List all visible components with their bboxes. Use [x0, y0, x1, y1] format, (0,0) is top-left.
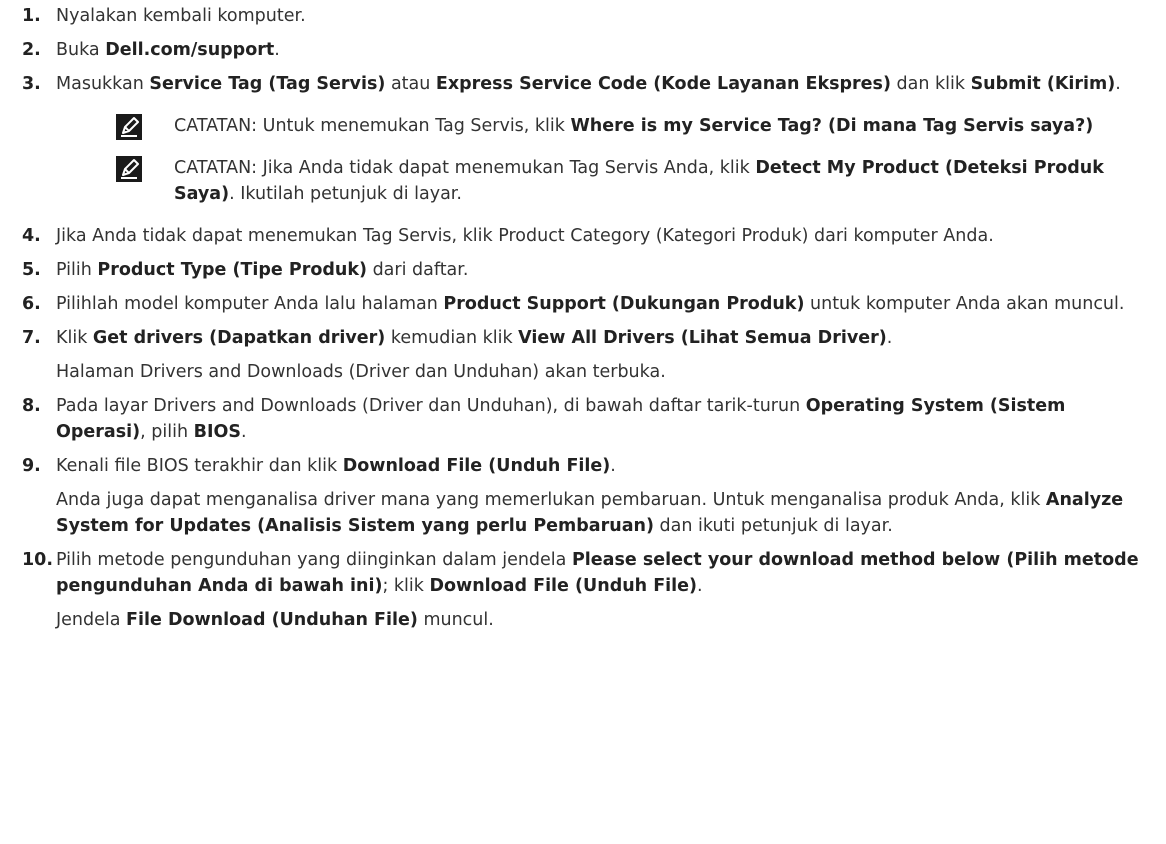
- list-item: 1. Nyalakan kembali komputer.: [0, 3, 1166, 29]
- text-run: .: [886, 328, 893, 348]
- step-list: 1. Nyalakan kembali komputer. 2. Buka Dell.…: [0, 0, 1166, 633]
- bold-term: BIOS: [193, 422, 241, 442]
- text-run: ; klik: [382, 576, 430, 596]
- text-run: Halaman Drivers and Downloads (Driver da…: [56, 362, 666, 382]
- note-callout: CATATAN: Jika Anda tidak dapat menemukan…: [56, 155, 1144, 207]
- list-item: 9. Kenali file BIOS terakhir dan klik Dow…: [0, 453, 1166, 539]
- step-text: Kenali file BIOS terakhir dan klik Downl…: [56, 453, 1144, 479]
- list-item: 2. Buka Dell.com/support.: [0, 37, 1166, 63]
- bold-term: Get drivers (Dapatkan driver): [92, 328, 386, 348]
- bold-term: Product Type (Tipe Produk): [97, 260, 367, 280]
- text-run: .: [274, 40, 280, 60]
- bold-term: Service Tag (Tag Servis): [149, 74, 386, 94]
- text-run: Klik: [56, 328, 93, 348]
- text-run: Jika Anda tidak dapat menemukan Tag Serv…: [257, 158, 756, 178]
- text-run: Kenali file BIOS terakhir dan klik: [56, 456, 343, 476]
- text-run: .: [240, 422, 247, 442]
- step-number: 2.: [22, 40, 41, 60]
- bold-term: Download File (Unduh File): [429, 576, 698, 596]
- text-run: atau: [385, 74, 436, 94]
- step-number: 6.: [22, 294, 41, 314]
- step-number: 8.: [22, 396, 41, 416]
- text-run: Pada layar Drivers and Downloads (Driver…: [56, 396, 806, 416]
- text-run: Jika Anda tidak dapat menemukan Tag Serv…: [56, 226, 994, 246]
- step-number: 4.: [22, 226, 41, 246]
- text-run: .: [697, 576, 703, 596]
- step-text: Jika Anda tidak dapat menemukan Tag Serv…: [56, 223, 1144, 249]
- step-text: Pilihlah model komputer Anda lalu halama…: [56, 291, 1144, 317]
- bold-term: Submit (Kirim): [970, 74, 1116, 94]
- bold-term: Download File (Unduh File): [342, 456, 611, 476]
- text-run: Pilih: [56, 260, 98, 280]
- step-number: 7.: [22, 328, 41, 348]
- step-text: Pilih metode pengunduhan yang diinginkan…: [56, 547, 1144, 599]
- step-number: 1.: [22, 6, 41, 26]
- step-text: Buka Dell.com/support.: [56, 37, 1144, 63]
- step-followup-text: Jendela File Download (Unduhan File) mun…: [56, 607, 1144, 633]
- text-run: Masukkan: [56, 74, 150, 94]
- bold-term: File Download (Unduhan File): [126, 610, 418, 630]
- note-pencil-icon: [116, 114, 142, 140]
- list-item: 7. Klik Get drivers (Dapatkan driver) kem…: [0, 325, 1166, 385]
- note-text: CATATAN: Untuk menemukan Tag Servis, kli…: [116, 113, 1144, 139]
- text-run: Jendela: [56, 610, 127, 630]
- step-text: Nyalakan kembali komputer.: [56, 3, 1144, 29]
- step-text: Klik Get drivers (Dapatkan driver) kemud…: [56, 325, 1144, 351]
- bold-term: Where is my Service Tag? (Di mana Tag Se…: [570, 116, 1094, 136]
- text-run: dari daftar.: [367, 260, 469, 280]
- text-run: dan klik: [890, 74, 971, 94]
- list-item: 3. Masukkan Service Tag (Tag Servis) atau…: [0, 71, 1166, 207]
- list-item: 6. Pilihlah model komputer Anda lalu hala…: [0, 291, 1166, 317]
- text-run: dan ikuti petunjuk di layar.: [653, 516, 893, 536]
- step-number: 10.: [22, 550, 54, 570]
- bold-term: Express Service Code (Kode Layanan Ekspr…: [435, 74, 891, 94]
- text-run: Buka: [56, 40, 106, 60]
- bold-term: View All Drivers (Lihat Semua Driver): [518, 328, 887, 348]
- step-text: Masukkan Service Tag (Tag Servis) atau E…: [56, 71, 1144, 97]
- text-run: .: [610, 456, 616, 476]
- step-number: 5.: [22, 260, 41, 280]
- note-label: CATATAN:: [174, 116, 258, 136]
- text-run: Pilih metode pengunduhan yang diinginkan…: [56, 550, 572, 570]
- document-page: 1. Nyalakan kembali komputer. 2. Buka Dell.…: [0, 0, 1166, 844]
- text-run: Pilihlah model komputer Anda lalu halama…: [56, 294, 444, 314]
- bold-term: Product Support (Dukungan Produk): [443, 294, 805, 314]
- step-number: 9.: [22, 456, 41, 476]
- text-run: kemudian klik: [385, 328, 519, 348]
- list-item: 4. Jika Anda tidak dapat menemukan Tag Se…: [0, 223, 1166, 249]
- text-run: .: [1115, 74, 1121, 94]
- text-run: Anda juga dapat menganalisa driver mana …: [56, 490, 1046, 510]
- note-pencil-icon: [116, 156, 142, 182]
- note-text: CATATAN: Jika Anda tidak dapat menemukan…: [116, 155, 1144, 207]
- text-run: , pilih: [140, 422, 194, 442]
- step-followup-text: Anda juga dapat menganalisa driver mana …: [56, 487, 1144, 539]
- list-item: 8. Pada layar Drivers and Downloads (Driv…: [0, 393, 1166, 445]
- step-text: Pilih Product Type (Tipe Produk) dari da…: [56, 257, 1144, 283]
- text-run: . Ikutilah petunjuk di layar.: [229, 184, 462, 204]
- text-run: untuk komputer Anda akan muncul.: [804, 294, 1125, 314]
- note-label: CATATAN:: [174, 158, 258, 178]
- text-run: Untuk menemukan Tag Servis, klik: [257, 116, 571, 136]
- step-followup-text: Halaman Drivers and Downloads (Driver da…: [56, 359, 1144, 385]
- text-run: muncul.: [417, 610, 494, 630]
- note-callout: CATATAN: Untuk menemukan Tag Servis, kli…: [56, 113, 1144, 140]
- step-number: 3.: [22, 74, 41, 94]
- list-item: 10. Pilih metode pengunduhan yang diingin…: [0, 547, 1166, 633]
- list-item: 5. Pilih Product Type (Tipe Produk) dari …: [0, 257, 1166, 283]
- text-run: Nyalakan kembali komputer.: [56, 6, 306, 26]
- bold-term: Dell.com/support: [105, 40, 275, 60]
- step-text: Pada layar Drivers and Downloads (Driver…: [56, 393, 1144, 445]
